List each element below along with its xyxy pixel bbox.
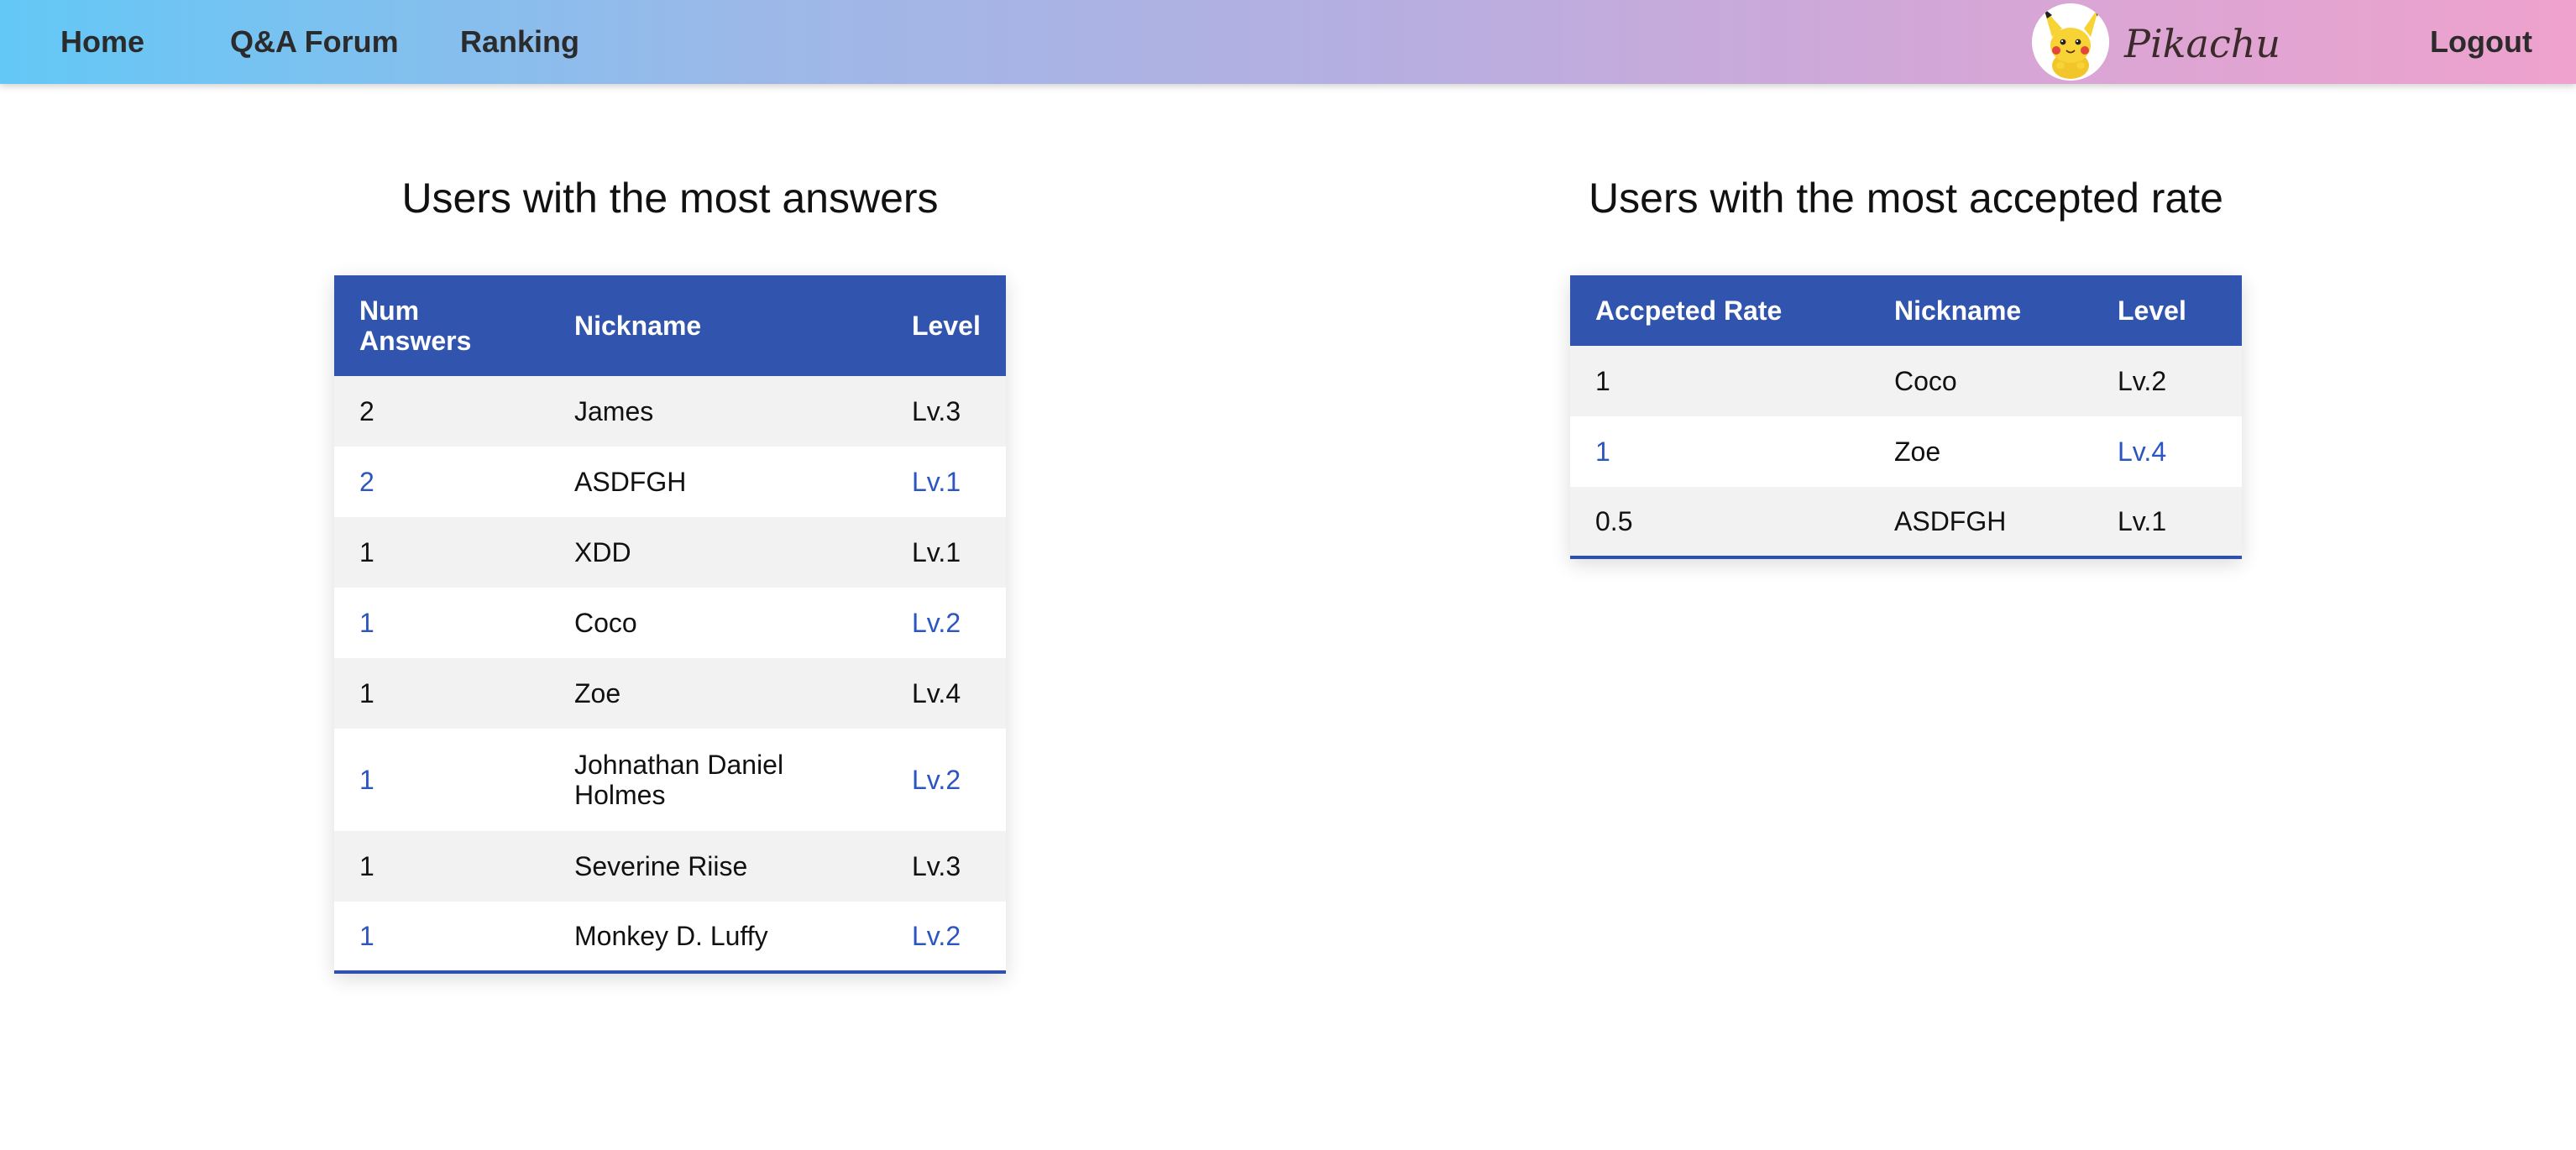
level-cell: Lv.3	[887, 376, 1006, 447]
num-answers-cell: 1	[334, 729, 549, 831]
level-cell: Lv.2	[887, 902, 1006, 972]
level-cell: Lv.4	[2092, 416, 2242, 487]
table-row: 1 Zoe Lv.4	[334, 658, 1006, 729]
nickname-cell: ASDFGH	[1869, 487, 2092, 557]
level-cell: Lv.1	[887, 517, 1006, 588]
column-header-accepted-rate: Accpeted Rate	[1570, 275, 1869, 346]
nickname-cell: Severine Riise	[549, 831, 887, 902]
num-answers-cell: 2	[334, 376, 549, 447]
nickname-cell: Coco	[549, 588, 887, 658]
most-accepted-rate-table: Accpeted Rate Nickname Level 1 Coco Lv.2…	[1570, 275, 2242, 559]
nickname-cell: Zoe	[549, 658, 887, 729]
nickname-cell: Coco	[1869, 346, 2092, 416]
nav-ranking-link[interactable]: Ranking	[460, 20, 579, 64]
table-row: 1 Severine Riise Lv.3	[334, 831, 1006, 902]
table-row: 2 James Lv.3	[334, 376, 1006, 447]
nav-home-link[interactable]: Home	[60, 20, 144, 64]
column-header-level: Level	[887, 275, 1006, 376]
column-header-nickname: Nickname	[549, 275, 887, 376]
top-navbar: Home Q&A Forum Ranking Pikachu Logout	[0, 0, 2576, 84]
level-cell: Lv.2	[887, 729, 1006, 831]
nav-qa-forum-link[interactable]: Q&A Forum	[230, 20, 399, 64]
level-cell: Lv.1	[2092, 487, 2242, 557]
level-cell: Lv.2	[887, 588, 1006, 658]
level-cell: Lv.3	[887, 831, 1006, 902]
num-answers-cell: 2	[334, 447, 549, 517]
level-cell: Lv.4	[887, 658, 1006, 729]
nickname-cell: ASDFGH	[549, 447, 887, 517]
accepted-rate-cell: 0.5	[1570, 487, 1869, 557]
table-header-row: Accpeted Rate Nickname Level	[1570, 275, 2242, 346]
num-answers-cell: 1	[334, 902, 549, 972]
logout-button[interactable]: Logout	[2430, 20, 2532, 64]
brand-name: Pikachu	[2124, 21, 2280, 66]
column-header-nickname: Nickname	[1869, 275, 2092, 346]
accepted-rate-cell: 1	[1570, 346, 1869, 416]
table-row: 0.5 ASDFGH Lv.1	[1570, 487, 2242, 557]
table-row: 1 Zoe Lv.4	[1570, 416, 2242, 487]
table-row: 1 Coco Lv.2	[1570, 346, 2242, 416]
nickname-cell: Zoe	[1869, 416, 2092, 487]
column-header-num-answers: Num Answers	[334, 275, 549, 376]
table-row: 1 XDD Lv.1	[334, 517, 1006, 588]
table-row: 1 Johnathan Daniel Holmes Lv.2	[334, 729, 1006, 831]
num-answers-cell: 1	[334, 831, 549, 902]
table-row: 1 Monkey D. Luffy Lv.2	[334, 902, 1006, 972]
num-answers-cell: 1	[334, 517, 549, 588]
pikachu-avatar-icon[interactable]	[2032, 3, 2109, 81]
nickname-cell: Johnathan Daniel Holmes	[549, 729, 887, 831]
most-accepted-rate-title: Users with the most accepted rate	[1589, 175, 2223, 222]
table-row: 1 Coco Lv.2	[334, 588, 1006, 658]
nickname-cell: XDD	[549, 517, 887, 588]
num-answers-cell: 1	[334, 658, 549, 729]
nickname-cell: James	[549, 376, 887, 447]
table-row: 2 ASDFGH Lv.1	[334, 447, 1006, 517]
table-header-row: Num Answers Nickname Level	[334, 275, 1006, 376]
level-cell: Lv.1	[887, 447, 1006, 517]
most-answers-table: Num Answers Nickname Level 2 James Lv.3 …	[334, 275, 1006, 974]
num-answers-cell: 1	[334, 588, 549, 658]
level-cell: Lv.2	[2092, 346, 2242, 416]
accepted-rate-cell: 1	[1570, 416, 1869, 487]
column-header-level: Level	[2092, 275, 2242, 346]
most-answers-title: Users with the most answers	[401, 175, 939, 222]
nickname-cell: Monkey D. Luffy	[549, 902, 887, 972]
